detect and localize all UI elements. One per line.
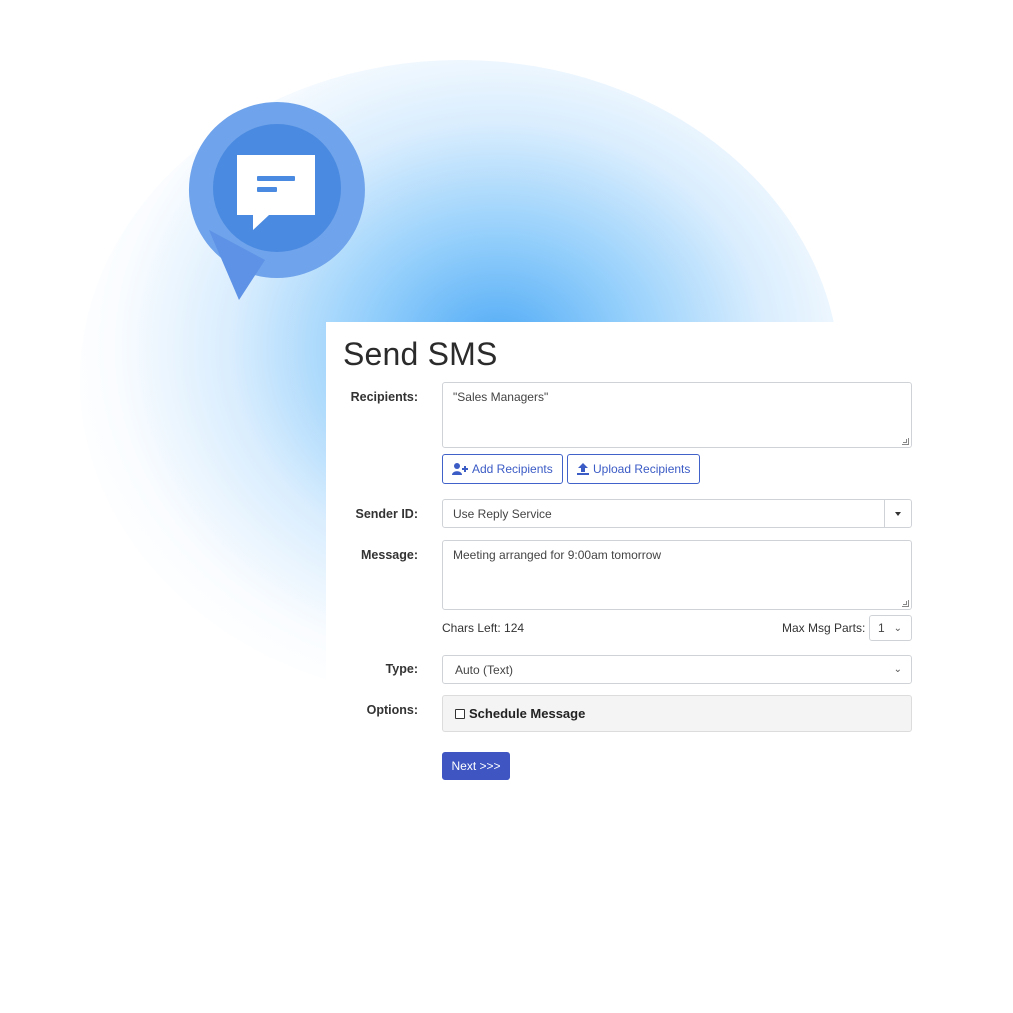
type-select[interactable]: Auto (Text) ⌄ <box>442 655 912 684</box>
schedule-message-checkbox[interactable] <box>455 708 465 719</box>
options-panel: Schedule Message <box>442 695 912 732</box>
type-label: Type: <box>385 662 418 676</box>
next-button[interactable]: Next >>> <box>442 752 510 780</box>
max-msg-parts-select[interactable]: 1 ⌄ <box>869 615 912 641</box>
caret-down-icon <box>895 511 901 516</box>
recipients-input[interactable]: "Sales Managers" <box>442 382 912 448</box>
add-recipients-label: Add Recipients <box>472 462 553 476</box>
max-msg-parts-value: 1 <box>878 621 885 635</box>
sender-id-value: Use Reply Service <box>453 506 552 521</box>
sender-id-select[interactable]: Use Reply Service <box>442 499 912 528</box>
upload-icon <box>577 463 589 475</box>
page-title: Send SMS <box>343 336 498 372</box>
schedule-message-label[interactable]: Schedule Message <box>469 706 585 721</box>
message-input[interactable]: Meeting arranged for 9:00am tomorrow <box>442 540 912 610</box>
recipients-value: "Sales Managers" <box>453 390 549 404</box>
chars-left: Chars Left: 124 <box>442 621 525 635</box>
recipients-label: Recipients: <box>350 390 418 404</box>
chevron-down-icon: ⌄ <box>893 622 902 634</box>
max-msg-parts-label: Max Msg Parts: <box>782 621 866 635</box>
type-value: Auto (Text) <box>455 662 514 677</box>
send-sms-panel: Send SMS Recipients: "Sales Managers" Ad… <box>326 322 928 788</box>
add-user-icon <box>452 463 468 475</box>
add-recipients-button[interactable]: Add Recipients <box>442 454 563 484</box>
message-label: Message: <box>361 548 418 562</box>
sender-id-dropdown-toggle[interactable] <box>884 500 911 527</box>
chevron-down-icon: ⌄ <box>893 664 902 675</box>
resize-handle-icon[interactable] <box>902 600 909 607</box>
resize-handle-icon[interactable] <box>902 438 909 445</box>
sender-id-label: Sender ID: <box>355 507 418 521</box>
upload-recipients-label: Upload Recipients <box>593 462 691 476</box>
options-label: Options: <box>366 703 418 717</box>
message-value: Meeting arranged for 9:00am tomorrow <box>453 548 662 562</box>
sms-chat-pin-icon <box>188 102 365 300</box>
upload-recipients-button[interactable]: Upload Recipients <box>567 454 701 484</box>
